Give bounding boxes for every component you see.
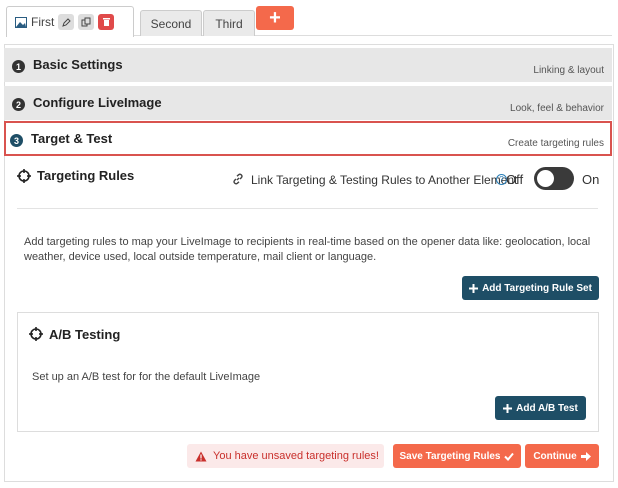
toggle-on-label: On [582, 172, 600, 187]
continue-label: Continue [533, 450, 577, 462]
step-number-1: 1 [12, 60, 25, 73]
unsaved-warning-text: You have unsaved targeting rules! [213, 450, 379, 462]
step-basic-settings[interactable]: 1 Basic Settings Linking & layout [4, 48, 612, 82]
add-tab-button[interactable]: + [256, 6, 294, 30]
tab-bar: First Second Third + [6, 6, 612, 37]
save-targeting-rules-button[interactable]: Save Targeting Rules [393, 444, 521, 468]
step-number-3: 3 [10, 134, 23, 147]
step-configure-liveimage[interactable]: 2 Configure LiveImage Look, feel & behav… [4, 86, 612, 120]
crosshair-icon [17, 169, 31, 183]
link-icon [233, 173, 243, 185]
tab-third[interactable]: Third [203, 10, 255, 36]
step-title: Configure LiveImage [33, 95, 162, 110]
unsaved-warning: You have unsaved targeting rules! [187, 444, 384, 468]
step-subtitle: Create targeting rules [507, 138, 604, 149]
targeting-rules-title: Targeting Rules [37, 168, 135, 183]
add-targeting-rule-set-label: Add Targeting Rule Set [482, 282, 592, 294]
arrow-right-icon [580, 451, 591, 461]
tab-third-label: Third [215, 16, 243, 31]
plus-icon [503, 403, 513, 413]
warning-icon [195, 451, 207, 461]
save-targeting-rules-label: Save Targeting Rules [399, 450, 501, 462]
edit-icon[interactable] [58, 14, 75, 30]
tab-first[interactable]: First [6, 6, 134, 37]
continue-button[interactable]: Continue [525, 444, 599, 468]
copy-icon[interactable] [78, 14, 95, 30]
link-rules-text[interactable]: Link Targeting & Testing Rules to Anothe… [251, 173, 517, 187]
ab-testing-title: A/B Testing [49, 327, 121, 342]
add-ab-test-button[interactable]: Add A/B Test [495, 396, 586, 420]
tab-first-label: First [31, 15, 55, 29]
crosshair-icon [29, 327, 43, 341]
divider [17, 208, 598, 209]
toggle-knob [537, 170, 554, 187]
plus-icon [469, 283, 479, 293]
check-icon [504, 452, 515, 461]
step-number-2: 2 [12, 98, 25, 111]
add-targeting-rule-set-button[interactable]: Add Targeting Rule Set [462, 276, 599, 300]
tab-second[interactable]: Second [140, 10, 202, 36]
delete-icon[interactable] [98, 14, 115, 30]
targeting-description: Add targeting rules to map your LiveImag… [24, 236, 591, 263]
ab-testing-description: Set up an A/B test for for the default L… [32, 371, 261, 383]
link-rules-toggle[interactable] [534, 167, 574, 190]
image-icon [15, 16, 27, 28]
tab-second-label: Second [150, 16, 192, 31]
step-title: Target & Test [31, 131, 113, 146]
step-subtitle: Look, feel & behavior [510, 103, 604, 114]
step-subtitle: Linking & layout [533, 65, 604, 76]
toggle-off-label: Off [506, 172, 524, 187]
step-title: Basic Settings [33, 57, 123, 72]
add-ab-test-label: Add A/B Test [516, 402, 578, 414]
step-target-and-test[interactable]: 3 Target & Test Create targeting rules [4, 121, 612, 156]
